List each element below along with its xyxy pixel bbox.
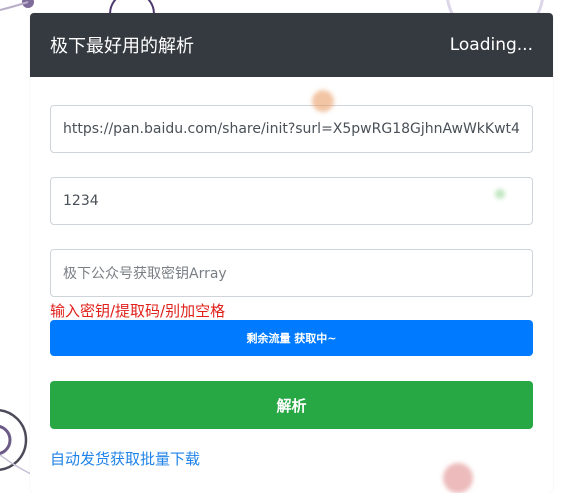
loading-status: Loading... [449,35,533,55]
parser-card: 极下最好用的解析 Loading... https://pan.baidu.co… [30,13,553,493]
parse-button[interactable]: 解析 [50,381,533,429]
extract-code-input[interactable]: 1234 [50,177,533,225]
input-hint: 输入密钥/提取码/别加空格 [50,302,226,320]
background-ring [0,409,28,471]
traffic-button[interactable]: 剩余流量 获取中~ [50,320,533,356]
background-ring [0,425,12,455]
card-title: 极下最好用的解析 [50,36,194,57]
key-input[interactable]: 极下公众号获取密钥Array [50,249,533,297]
card-header: 极下最好用的解析 Loading... [30,13,553,77]
batch-download-link[interactable]: 自动发货获取批量下载 [50,448,200,469]
share-url-input[interactable]: https://pan.baidu.com/share/init?surl=X5… [50,105,533,153]
